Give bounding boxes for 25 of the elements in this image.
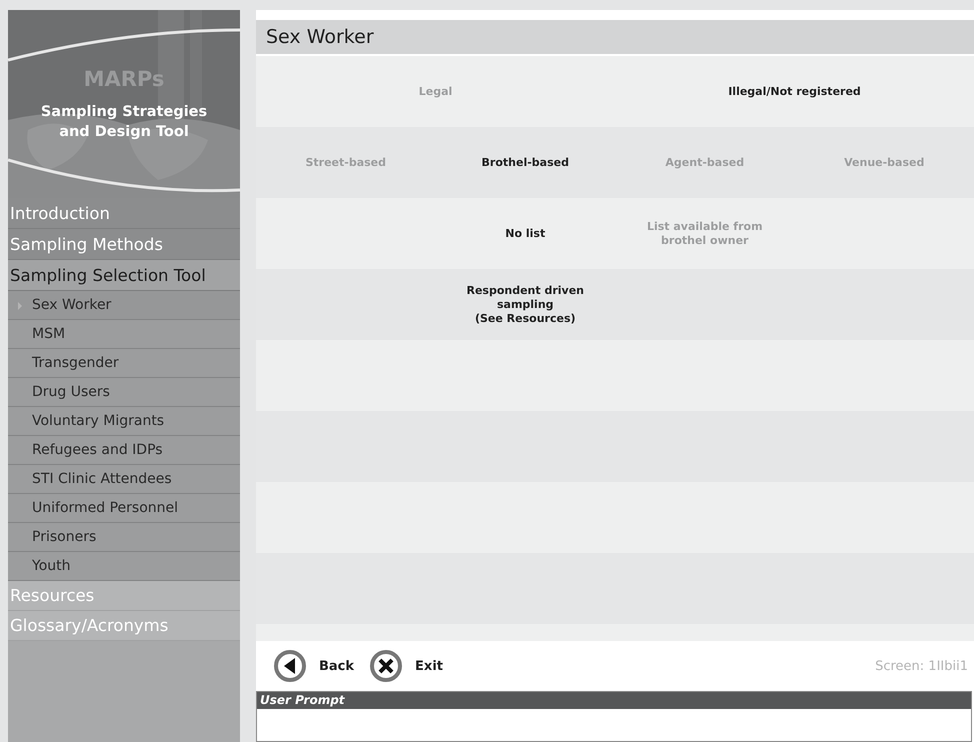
nav-subitem[interactable]: Transgender: [8, 349, 240, 378]
option-text[interactable]: No list: [505, 226, 546, 240]
panel-title: User Prompt: [257, 692, 971, 709]
nav-subitem[interactable]: Refugees and IDPs: [8, 436, 240, 465]
option-text[interactable]: Illegal/Not registered: [728, 84, 861, 98]
back-icon: [274, 650, 306, 682]
nav-subitem[interactable]: Drug Users: [8, 378, 240, 407]
page-title: Sex Worker: [256, 20, 974, 54]
nav-subitem[interactable]: Uniformed Personnel: [8, 494, 240, 523]
nav-item[interactable]: Introduction: [8, 198, 240, 229]
option-text[interactable]: Respondent driven sampling (See Resources): [456, 284, 595, 326]
option-text[interactable]: Brothel-based: [482, 156, 569, 170]
nav-item[interactable]: Sampling Selection Tool: [8, 260, 240, 291]
exit-button[interactable]: Exit: [370, 650, 443, 682]
app-title: Sampling Strategies and Design Tool: [40, 103, 208, 142]
back-button[interactable]: Back: [274, 650, 354, 682]
nav-subitem[interactable]: Prisoners: [8, 523, 240, 552]
close-icon: [370, 650, 402, 682]
nav-subitem[interactable]: MSM: [8, 320, 240, 349]
nav-subitem[interactable]: STI Clinic Attendees: [8, 465, 240, 494]
nav-subitem[interactable]: Voluntary Migrants: [8, 407, 240, 436]
screen-id: Screen: 1IIbii1: [875, 658, 968, 674]
nav-subitem[interactable]: Sex Worker: [8, 291, 240, 320]
nav-subitem[interactable]: Youth: [8, 552, 240, 581]
nav-item[interactable]: Sampling Methods: [8, 229, 240, 260]
